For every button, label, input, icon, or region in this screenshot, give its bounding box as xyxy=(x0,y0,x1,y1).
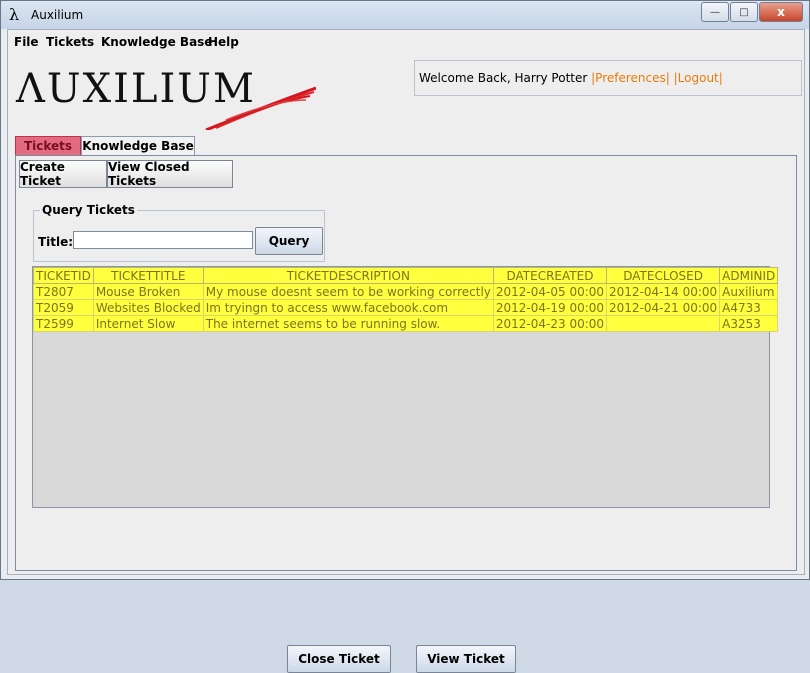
cell-ticketdescription: Im tryingn to access www.facebook.com xyxy=(202,299,494,316)
tickets-table[interactable]: TICKETID TICKETTITLE TICKETDESCRIPTION D… xyxy=(32,266,779,508)
tab-knowledge-base[interactable]: Knowledge Base xyxy=(81,136,195,155)
cell-ticketid: T2807 xyxy=(33,283,94,300)
table-row[interactable]: T2059 Websites Blocked Im tryingn to acc… xyxy=(33,299,779,316)
cell-adminid: A3253 xyxy=(719,315,779,332)
welcome-panel: Welcome Back, Harry Potter |Preferences|… xyxy=(414,60,802,96)
view-closed-tickets-button[interactable]: View Closed Tickets xyxy=(107,160,233,188)
column-header-adminid[interactable]: ADMINID xyxy=(719,267,779,284)
cell-adminid: A4733 xyxy=(719,299,779,316)
cell-adminid: Auxilium xyxy=(719,283,779,300)
query-button[interactable]: Query xyxy=(255,227,323,255)
preferences-link[interactable]: |Preferences| xyxy=(591,71,670,85)
logout-link[interactable]: |Logout| xyxy=(674,71,723,85)
welcome-message: Welcome Back, Harry Potter xyxy=(419,71,588,85)
cell-dateclosed: 2012-04-21 00:00 xyxy=(606,299,721,316)
tickets-grid: TICKETID TICKETTITLE TICKETDESCRIPTION D… xyxy=(33,267,779,332)
auxilium-logo: ΛUXILIUM xyxy=(16,66,316,130)
title-bar[interactable]: λ Auxilium — □ x xyxy=(1,1,809,29)
cell-ticketid: T2059 xyxy=(33,299,94,316)
cell-ticketdescription: The internet seems to be running slow. xyxy=(202,315,494,332)
maximize-button[interactable]: □ xyxy=(730,2,758,22)
cell-datecreated: 2012-04-05 00:00 xyxy=(492,283,608,300)
cell-datecreated: 2012-04-19 00:00 xyxy=(492,299,608,316)
cell-tickettitle: Websites Blocked xyxy=(92,299,204,316)
cell-dateclosed: 2012-04-14 00:00 xyxy=(606,283,721,300)
view-ticket-button[interactable]: View Ticket xyxy=(416,645,516,673)
logo-swoosh-icon xyxy=(205,86,316,130)
menu-tickets[interactable]: Tickets xyxy=(46,35,94,49)
cell-tickettitle: Mouse Broken xyxy=(92,283,204,300)
title-label: Title: xyxy=(38,235,74,249)
column-header-datecreated[interactable]: DATECREATED xyxy=(492,267,608,284)
tab-tickets[interactable]: Tickets xyxy=(15,136,81,155)
lambda-icon: λ xyxy=(9,5,20,24)
column-header-ticketid[interactable]: TICKETID xyxy=(33,267,94,284)
menu-knowledge-base[interactable]: Knowledge Base xyxy=(101,35,212,49)
query-tickets-group: Query Tickets Title: Query xyxy=(33,203,325,262)
column-header-ticketdescription[interactable]: TICKETDESCRIPTION xyxy=(202,267,494,284)
menu-help[interactable]: Help xyxy=(208,35,239,49)
app-window: λ Auxilium — □ x File Tickets Knowledge … xyxy=(0,0,810,673)
cell-ticketid: T2599 xyxy=(33,315,94,332)
cell-ticketdescription: My mouse doesnt seem to be working corre… xyxy=(202,283,494,300)
cell-dateclosed xyxy=(606,315,721,332)
column-header-dateclosed[interactable]: DATECLOSED xyxy=(606,267,721,284)
window-controls: — □ x xyxy=(700,2,803,22)
table-row[interactable]: T2599 Internet Slow The internet seems t… xyxy=(33,315,779,332)
tickets-panel: Create Ticket View Closed Tickets Query … xyxy=(15,155,797,673)
column-header-tickettitle[interactable]: TICKETTITLE xyxy=(92,267,204,284)
close-ticket-button[interactable]: Close Ticket xyxy=(287,645,391,673)
minimize-button[interactable]: — xyxy=(701,2,729,22)
table-row[interactable]: T2807 Mouse Broken My mouse doesnt seem … xyxy=(33,283,779,300)
menu-file[interactable]: File xyxy=(14,35,39,49)
close-window-button[interactable]: x xyxy=(759,2,803,22)
title-input[interactable] xyxy=(73,231,253,249)
client-area: File Tickets Knowledge Base Help ΛUXILIU… xyxy=(7,29,805,673)
cell-datecreated: 2012-04-23 00:00 xyxy=(492,315,608,332)
create-ticket-button[interactable]: Create Ticket xyxy=(19,160,107,188)
query-legend: Query Tickets xyxy=(40,203,137,217)
table-header-row: TICKETID TICKETTITLE TICKETDESCRIPTION D… xyxy=(33,267,779,284)
cell-tickettitle: Internet Slow xyxy=(92,315,204,332)
menu-bar: File Tickets Knowledge Base Help xyxy=(8,30,804,52)
window-title: Auxilium xyxy=(31,8,84,22)
